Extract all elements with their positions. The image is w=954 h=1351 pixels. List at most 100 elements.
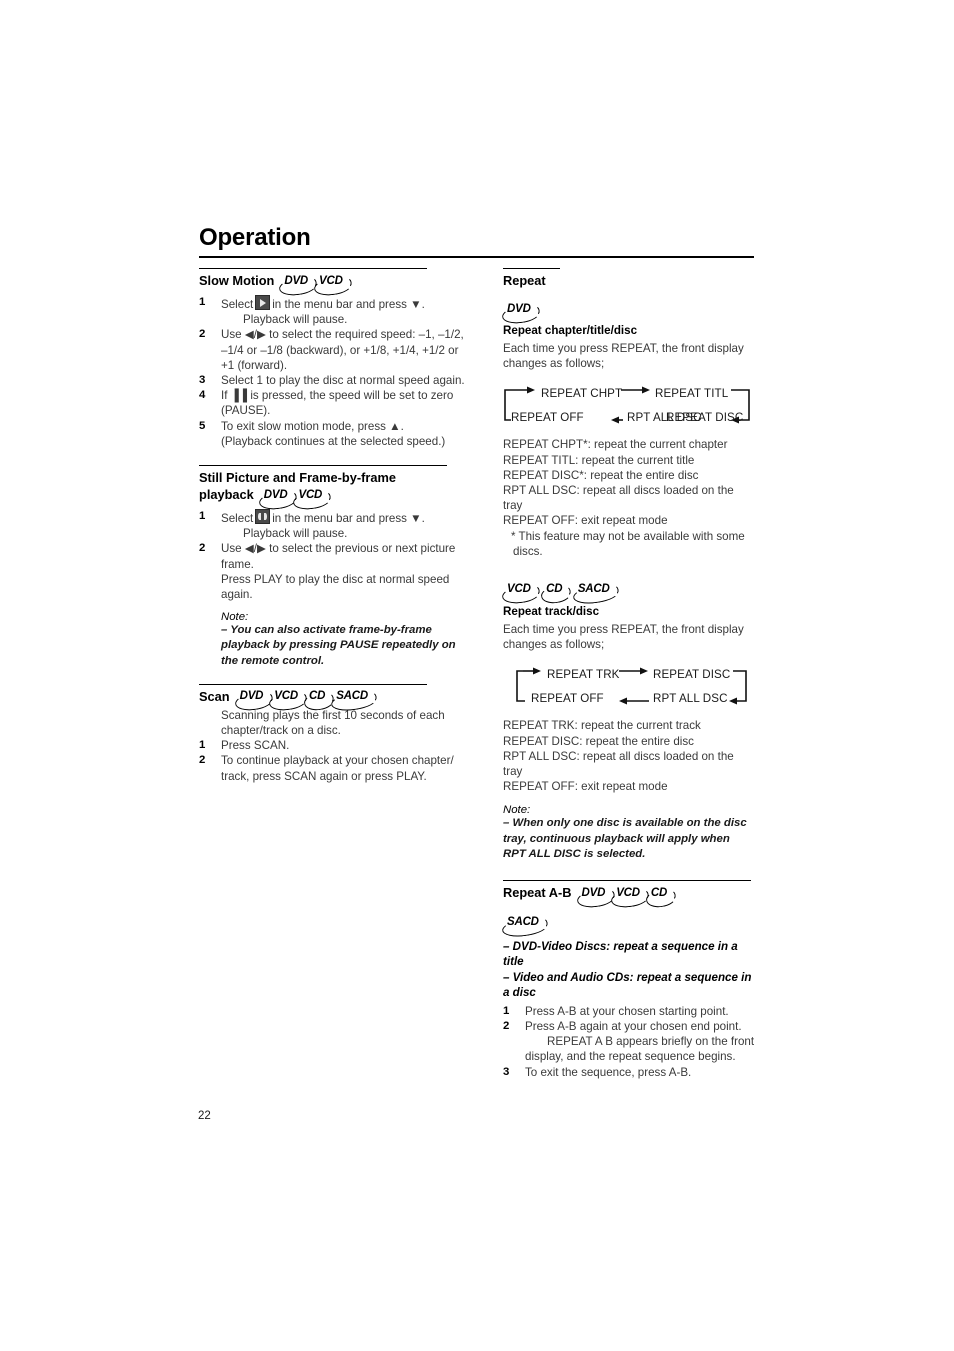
step-subline: Playback will pause. bbox=[243, 527, 348, 541]
step-flushline: display, and the repeat sequence begins. bbox=[525, 1050, 736, 1064]
slow-motion-heading-text: Slow Motion bbox=[199, 273, 275, 288]
section-rule bbox=[199, 683, 427, 685]
repeat-track-definitions: REPEAT TRK: repeat the current track REP… bbox=[503, 718, 755, 794]
definition-line: REPEAT DISC: repeat the entire disc bbox=[503, 734, 694, 748]
disc-badge-vcd: VCD bbox=[313, 275, 353, 298]
still-picture-note: Note: – You can also activate frame-by-f… bbox=[199, 611, 471, 669]
repeat-track-flow-diagram: REPEAT TRK REPEAT DISC REPEAT OFF RPT AL… bbox=[503, 664, 755, 710]
slow-motion-steps: 1 Select in the menu bar and press ▼. Pla… bbox=[199, 295, 471, 449]
section-repeat: Repeat DVD Repeat chapter/title/disc Eac… bbox=[501, 268, 755, 371]
right-column: Repeat DVD Repeat chapter/title/disc Eac… bbox=[501, 268, 755, 1080]
disc-badge-sacd: SACD bbox=[330, 690, 378, 714]
play-menu-icon bbox=[255, 295, 271, 310]
list-item: 1 Select in the menu bar and press ▼. Pla… bbox=[199, 295, 471, 327]
repeat-definitions: REPEAT CHPT*: repeat the current chapter… bbox=[503, 437, 755, 559]
definition-line: REPEAT TRK: repeat the current track bbox=[503, 719, 701, 733]
definition-line: REPEAT TITL: repeat the current title bbox=[503, 453, 695, 467]
note-label: Note: bbox=[503, 804, 531, 817]
left-column: Slow Motion DVD VCD 1 Select in the menu … bbox=[199, 268, 471, 784]
repeat-intro: Each time you press REPEAT, the front di… bbox=[503, 342, 744, 371]
step-flushline: Press PLAY to play the disc at normal sp… bbox=[221, 572, 450, 602]
repeat-badges: DVD bbox=[501, 295, 755, 326]
repeat-sub-heading: Repeat chapter/title/disc bbox=[503, 324, 638, 337]
section-still-picture: Still Picture and Frame-by-frame playbac… bbox=[199, 465, 471, 512]
repeat-ab-steps: 1 Press A-B at your chosen starting poin… bbox=[503, 1004, 755, 1080]
note-text: – You can also activate frame-by-frame p… bbox=[221, 624, 456, 667]
flow-node: REPEAT CHPT bbox=[541, 386, 623, 400]
still-picture-steps: 1 Select in the menu bar and press ▼. Pla… bbox=[199, 509, 471, 602]
list-item: 1 Select in the menu bar and press ▼. Pla… bbox=[199, 509, 471, 541]
definition-line: REPEAT OFF: exit repeat mode bbox=[503, 514, 668, 528]
list-item: 2 Press A-B again at your chosen end poi… bbox=[503, 1019, 755, 1064]
document-page: Operation Slow Motion DVD VCD 1 Select in… bbox=[0, 0, 954, 1351]
frame-step-icon bbox=[255, 509, 271, 525]
list-item: 4 If ▐▐ is pressed, the speed will be se… bbox=[199, 389, 454, 418]
step-flushline: (Playback continues at the selected spee… bbox=[221, 434, 446, 448]
disc-badge-sacd: SACD bbox=[571, 582, 620, 607]
list-item: 2 Use ◀/▶ to select the previous or next… bbox=[199, 541, 471, 602]
definition-line: REPEAT DISC*: repeat the entire disc bbox=[503, 468, 699, 482]
disc-badge-dvd: DVD bbox=[257, 489, 298, 512]
disc-badge-dvd: DVD bbox=[233, 690, 274, 713]
definition-line: REPEAT OFF: exit repeat mode bbox=[503, 780, 668, 794]
definition-line: REPEAT CHPT*: repeat the current chapter bbox=[503, 438, 728, 452]
repeat-track-intro: Each time you press REPEAT, the front di… bbox=[503, 623, 744, 652]
disc-badge-dvd: DVD bbox=[278, 275, 319, 298]
list-item: 2 To continue playback at your chosen ch… bbox=[199, 754, 454, 783]
flow-node: REPEAT TRK bbox=[547, 667, 620, 681]
section-repeat-ab: Repeat A-B DVD VCD CD SACD bbox=[501, 880, 755, 940]
disc-badge-cd: CD bbox=[644, 887, 678, 909]
bullet-line: – Video and Audio CDs: repeat a sequence… bbox=[503, 970, 752, 1000]
step-subline: Playback will pause. bbox=[243, 313, 348, 327]
disc-badge-sacd: SACD bbox=[501, 915, 549, 940]
still-picture-heading-line1: Still Picture and Frame-by-frame bbox=[199, 470, 396, 486]
flow-node: REPEAT TITL bbox=[655, 386, 729, 400]
note-text: – When only one disc is available on the… bbox=[503, 817, 747, 860]
slow-motion-heading: Slow Motion DVD VCD bbox=[199, 272, 471, 298]
repeat-flow-diagram: REPEAT CHPT REPEAT TITL REPEAT OFF RPT A… bbox=[503, 383, 755, 429]
list-item: 1 Press SCAN. bbox=[199, 739, 290, 753]
flow-node: REPEAT DISC bbox=[653, 667, 731, 681]
repeat-ab-heading-text: Repeat A-B bbox=[503, 885, 572, 901]
footnote: * This feature may not be available with… bbox=[511, 529, 745, 558]
scan-heading-text: Scan bbox=[199, 688, 230, 704]
repeat-ab-bullets: – DVD-Video Discs: repeat a sequence in … bbox=[503, 939, 755, 1001]
flow-node: RPT ALL DSC bbox=[653, 691, 728, 705]
section-scan: Scan DVD VCD CD SACD bbox=[199, 683, 471, 714]
repeat-track-sub-heading: Repeat track/disc bbox=[503, 605, 600, 619]
repeat-track-badges: VCD CD SACD bbox=[501, 575, 755, 607]
bullet-line: – DVD-Video Discs: repeat a sequence in … bbox=[503, 940, 738, 969]
scan-steps: 1 Press SCAN. 2 To continue playback at … bbox=[199, 738, 471, 784]
note-label: Note: bbox=[221, 611, 249, 624]
title-rule bbox=[199, 256, 754, 258]
disc-badge-vcd: VCD bbox=[610, 887, 650, 910]
disc-badge-dvd: DVD bbox=[501, 303, 541, 326]
definition-line: RPT ALL DSC: repeat all discs loaded on … bbox=[503, 484, 734, 513]
section-rule bbox=[503, 268, 560, 269]
section-slow-motion: Slow Motion DVD VCD bbox=[199, 268, 471, 298]
list-item: 1 Press A-B at your chosen starting poin… bbox=[503, 1004, 729, 1018]
list-item: 2 Use ◀/▶ to select the required speed: … bbox=[199, 328, 464, 372]
section-rule bbox=[503, 880, 751, 882]
section-repeat-track: VCD CD SACD Repeat track/disc Each time … bbox=[501, 575, 755, 652]
disc-badge-vcd: VCD bbox=[501, 583, 541, 606]
repeat-ab-heading: Repeat A-B DVD VCD CD bbox=[503, 884, 755, 910]
disc-badge-cd: CD bbox=[302, 690, 336, 713]
still-picture-heading-line2: playback bbox=[199, 487, 254, 503]
flow-node: REPEAT DISC bbox=[666, 410, 744, 424]
page-title: Operation bbox=[199, 224, 311, 251]
section-rule bbox=[199, 268, 427, 269]
disc-badge-vcd: VCD bbox=[292, 489, 333, 512]
repeat-heading: Repeat bbox=[503, 272, 755, 289]
disc-badge-cd: CD bbox=[540, 583, 573, 606]
repeat-track-note: Note: – When only one disc is available … bbox=[503, 804, 755, 862]
disc-badge-dvd: DVD bbox=[575, 887, 616, 910]
flow-node: REPEAT OFF bbox=[531, 691, 604, 705]
section-rule bbox=[199, 465, 447, 467]
disc-badge-vcd: VCD bbox=[268, 690, 308, 713]
step-subline: REPEAT A B appears briefly on the front bbox=[547, 1035, 755, 1049]
scan-intro: Scanning plays the first 10 seconds of e… bbox=[221, 708, 445, 738]
still-picture-heading: Still Picture and Frame-by-frame playbac… bbox=[199, 469, 471, 512]
page-number: 22 bbox=[198, 1110, 211, 1122]
list-item: 5 To exit slow motion mode, press ▲. (Pl… bbox=[199, 419, 471, 449]
